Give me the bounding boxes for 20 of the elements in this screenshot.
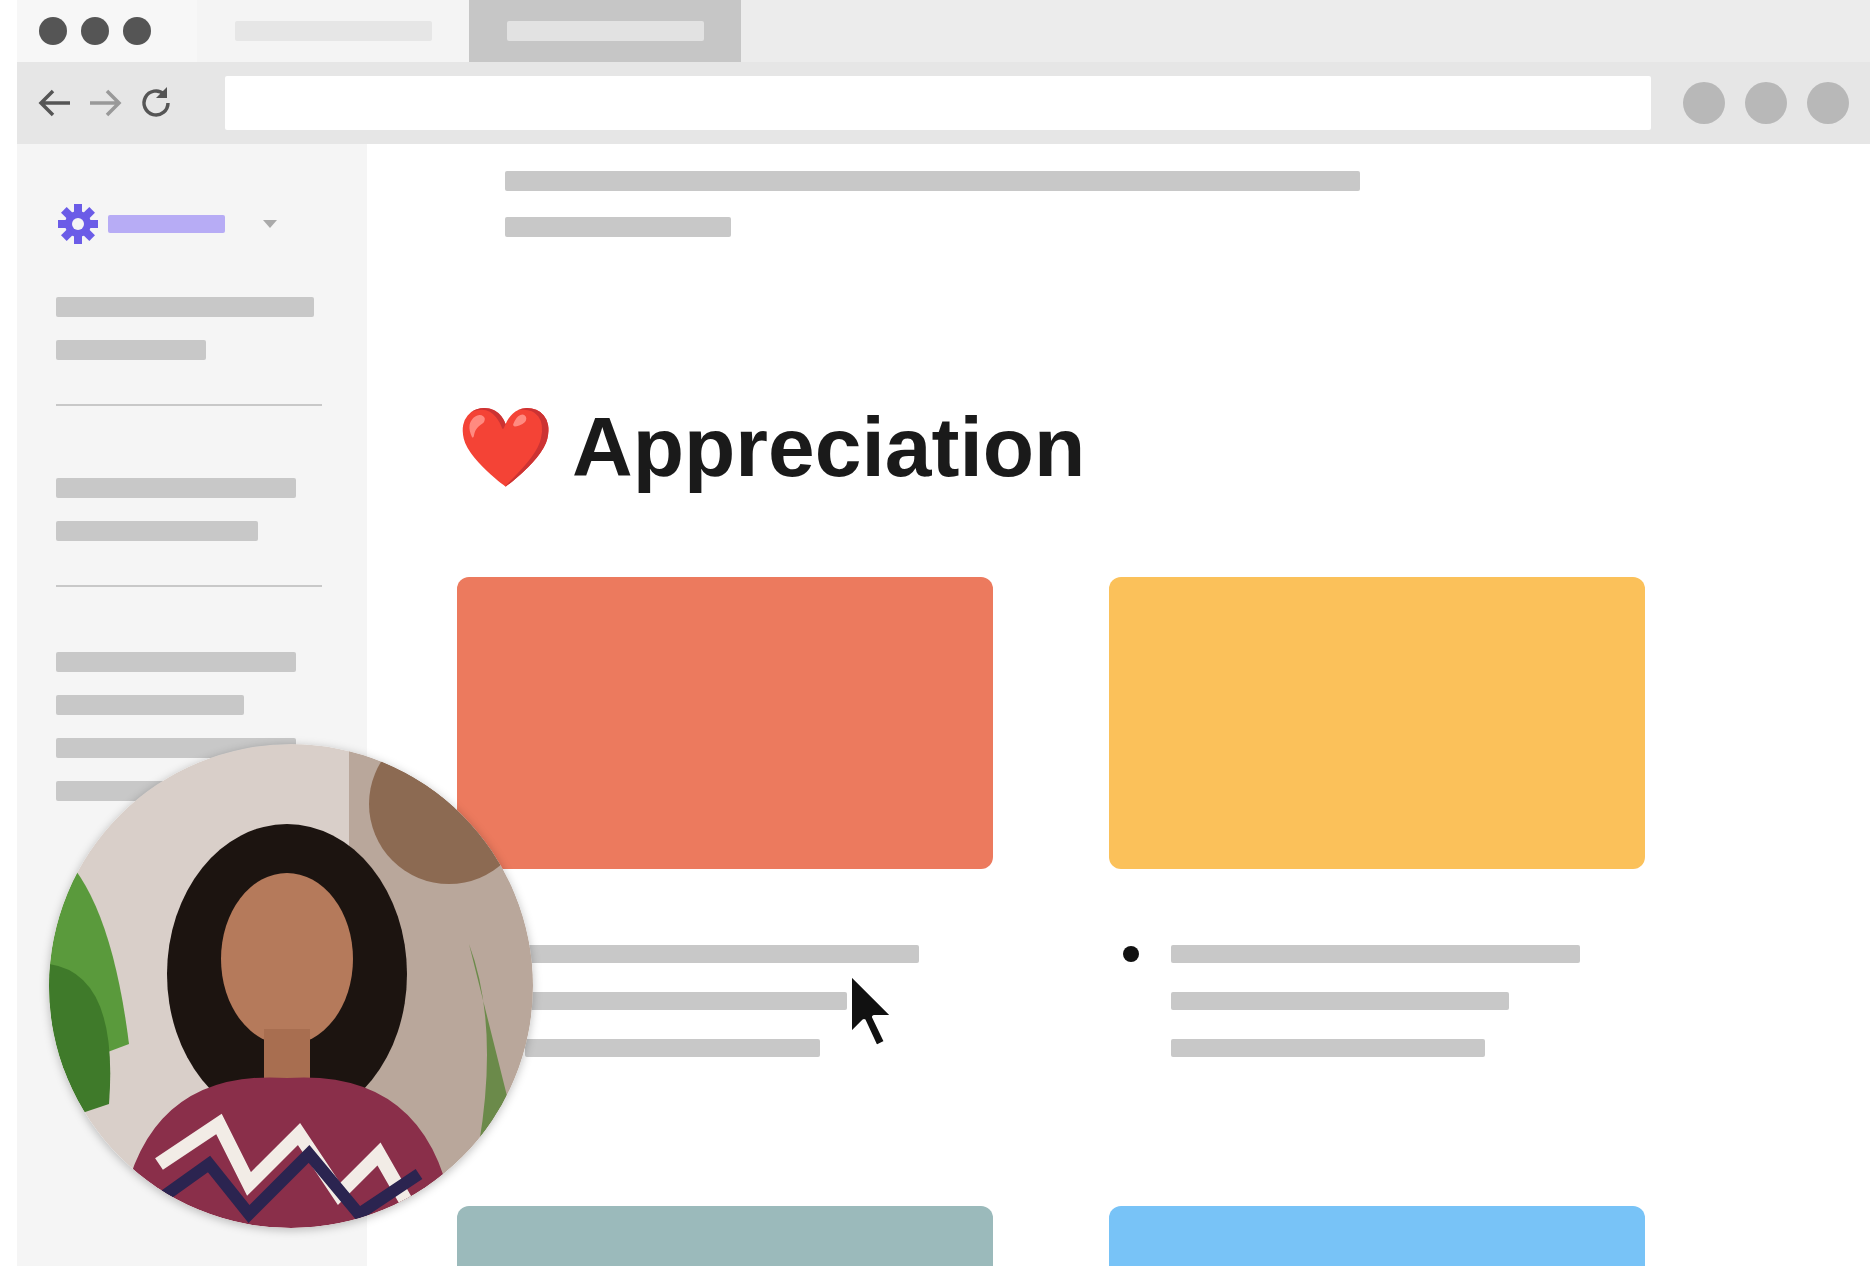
- forward-arrow-icon[interactable]: [87, 87, 123, 119]
- color-card[interactable]: [1109, 577, 1645, 869]
- browser-tab[interactable]: [469, 0, 741, 62]
- color-card[interactable]: [457, 577, 993, 869]
- back-arrow-icon[interactable]: [37, 87, 73, 119]
- address-field[interactable]: [225, 76, 1651, 130]
- caret-icon[interactable]: [263, 219, 277, 229]
- window-control[interactable]: [123, 17, 151, 45]
- toolbar-button[interactable]: [1807, 82, 1849, 124]
- window-control[interactable]: [81, 17, 109, 45]
- heart-emoji: ❤: [457, 408, 554, 486]
- color-card[interactable]: [1109, 1206, 1645, 1266]
- toolbar-button[interactable]: [1683, 82, 1725, 124]
- workspace-name[interactable]: [108, 215, 225, 233]
- bullet-point: [1123, 946, 1139, 962]
- color-card[interactable]: [457, 1206, 993, 1266]
- browser-tab[interactable]: [197, 0, 469, 62]
- window-control[interactable]: [39, 17, 67, 45]
- toolbar-button[interactable]: [1745, 82, 1787, 124]
- gear-icon[interactable]: [56, 202, 100, 246]
